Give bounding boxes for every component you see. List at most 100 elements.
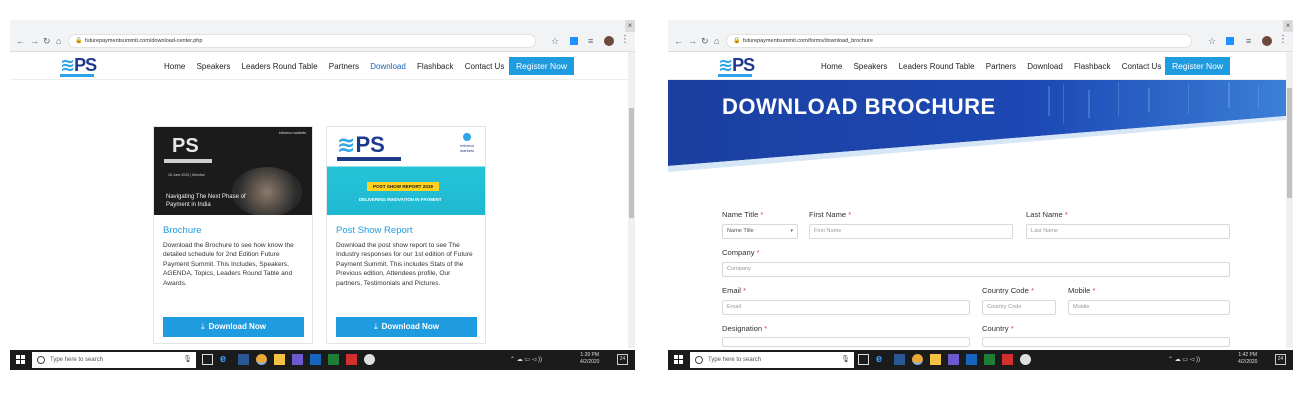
app-icon[interactable] xyxy=(1020,354,1031,365)
excel-icon[interactable] xyxy=(328,354,339,365)
country-select[interactable] xyxy=(982,337,1230,347)
nav-contact-us[interactable]: Contact Us xyxy=(465,62,505,71)
outlook-icon[interactable] xyxy=(966,354,977,365)
reload-icon[interactable]: ↻ xyxy=(43,36,51,46)
cover-date: 18 June 2020 | Mumbai xyxy=(168,173,205,177)
word-icon[interactable] xyxy=(238,354,249,365)
address-bar[interactable]: 🔒 futurepaymentsummit.com/download-cente… xyxy=(68,34,536,48)
bookmark-star-icon[interactable]: ☆ xyxy=(1208,36,1216,46)
nav-leaders-round-table[interactable]: Leaders Round Table xyxy=(242,62,318,71)
microphone-icon[interactable]: 🎙 xyxy=(841,352,850,368)
reload-icon[interactable]: ↻ xyxy=(701,36,709,46)
site-logo[interactable]: ≋PS xyxy=(718,55,755,75)
word-icon[interactable] xyxy=(894,354,905,365)
extension-icon[interactable] xyxy=(570,37,578,45)
taskbar-search-placeholder: Type here to search xyxy=(50,357,104,363)
scrollbar-thumb[interactable] xyxy=(1287,88,1292,198)
browser-menu-icon[interactable]: ⋮ xyxy=(1278,35,1288,45)
teams-icon[interactable] xyxy=(292,354,303,365)
nav-partners[interactable]: Partners xyxy=(329,62,359,71)
site-logo[interactable]: ≋PS xyxy=(60,55,97,75)
nav-flashback[interactable]: Flashback xyxy=(417,62,453,71)
taskbar-clock[interactable]: 1:42 PM 4/2/2020 xyxy=(1238,352,1257,366)
pdf-icon[interactable] xyxy=(346,354,357,365)
email-input[interactable]: Email xyxy=(722,300,970,315)
designation-input[interactable] xyxy=(722,337,970,347)
first-name-input[interactable]: First Name xyxy=(809,224,1013,239)
nav-contact-us[interactable]: Contact Us xyxy=(1122,62,1162,71)
bookmark-star-icon[interactable]: ☆ xyxy=(551,36,559,46)
system-tray[interactable]: ⌃ ☁ ▭ ◅ )) xyxy=(510,356,542,363)
register-now-button[interactable]: Register Now xyxy=(1165,57,1231,75)
home-icon[interactable]: ⌂ xyxy=(56,36,61,46)
mobile-input[interactable]: Mobile xyxy=(1068,300,1230,315)
nav-speakers[interactable]: Speakers xyxy=(197,62,231,71)
last-name-label: Last Name * xyxy=(1026,210,1068,219)
country-label: Country * xyxy=(982,324,1014,333)
windows-start-icon[interactable] xyxy=(16,355,25,364)
edge-icon[interactable]: e xyxy=(876,354,887,365)
back-icon[interactable]: ← xyxy=(16,36,25,46)
nav-flashback[interactable]: Flashback xyxy=(1074,62,1110,71)
taskbar-clock[interactable]: 1:39 PM 4/2/2020 xyxy=(580,352,599,366)
reading-list-icon[interactable]: ≡ xyxy=(588,36,593,46)
browser-chrome: × ← → ↻ ⌂ 🔒 futurepaymentsummit.com/form… xyxy=(668,20,1293,52)
name-title-select[interactable]: Name Title ▾ xyxy=(722,224,798,239)
informa-badge: informa markets xyxy=(455,133,479,153)
system-tray[interactable]: ⌃ ☁ ▭ ◅ )) xyxy=(1168,356,1200,363)
chrome-icon[interactable] xyxy=(256,354,267,365)
edge-icon[interactable]: e xyxy=(220,354,231,365)
reading-list-icon[interactable]: ≡ xyxy=(1246,36,1251,46)
address-bar[interactable]: 🔒 futurepaymentsummit.com/forms/download… xyxy=(726,34,1192,48)
excel-icon[interactable] xyxy=(984,354,995,365)
windows-start-icon[interactable] xyxy=(674,355,683,364)
microphone-icon[interactable]: 🎙 xyxy=(183,352,192,368)
chrome-icon[interactable] xyxy=(912,354,923,365)
task-view-icon[interactable] xyxy=(202,354,213,365)
forward-icon[interactable]: → xyxy=(30,36,39,46)
outlook-icon[interactable] xyxy=(310,354,321,365)
scrollbar-thumb[interactable] xyxy=(629,108,634,218)
nav-download[interactable]: Download xyxy=(1027,62,1063,71)
teams-icon[interactable] xyxy=(948,354,959,365)
register-now-button[interactable]: Register Now xyxy=(509,57,575,75)
card-title[interactable]: Brochure xyxy=(163,225,202,236)
task-view-icon[interactable] xyxy=(858,354,869,365)
profile-avatar[interactable] xyxy=(1262,36,1272,46)
nav-download[interactable]: Download xyxy=(370,62,406,71)
company-input[interactable]: Company xyxy=(722,262,1230,277)
screenshot-download-brochure-form: × ← → ↻ ⌂ 🔒 futurepaymentsummit.com/form… xyxy=(668,20,1293,370)
file-explorer-icon[interactable] xyxy=(274,354,285,365)
home-icon[interactable]: ⌂ xyxy=(714,36,719,46)
main-nav: Home Speakers Leaders Round Table Partne… xyxy=(164,62,513,71)
profile-avatar[interactable] xyxy=(604,36,614,46)
nav-leaders-round-table[interactable]: Leaders Round Table xyxy=(899,62,975,71)
download-brochure-button[interactable]: ⤓ Download Now xyxy=(163,317,304,337)
app-icon[interactable] xyxy=(364,354,375,365)
notification-center-icon[interactable]: 24 xyxy=(1275,354,1286,365)
country-code-input[interactable]: Country Code xyxy=(982,300,1056,315)
nav-partners[interactable]: Partners xyxy=(986,62,1016,71)
nav-home[interactable]: Home xyxy=(821,62,842,71)
taskbar-search-input[interactable]: Type here to search 🎙 xyxy=(690,352,854,368)
taskbar-search-input[interactable]: Type here to search 🎙 xyxy=(32,352,196,368)
card-title[interactable]: Post Show Report xyxy=(336,225,413,236)
window-close-icon[interactable]: × xyxy=(1283,20,1293,32)
address-bar-url: futurepaymentsummit.com/forms/download_b… xyxy=(743,38,873,44)
window-close-icon[interactable]: × xyxy=(625,20,635,32)
extension-icon[interactable] xyxy=(1226,37,1234,45)
download-report-button[interactable]: ⤓ Download Now xyxy=(336,317,477,337)
notification-center-icon[interactable]: 24 xyxy=(617,354,628,365)
pdf-icon[interactable] xyxy=(1002,354,1013,365)
nav-home[interactable]: Home xyxy=(164,62,185,71)
back-icon[interactable]: ← xyxy=(674,36,683,46)
card-description: Download the Brochure to see how know th… xyxy=(163,242,294,287)
site-header: ≋PS Home Speakers Leaders Round Table Pa… xyxy=(10,52,628,80)
browser-menu-icon[interactable]: ⋮ xyxy=(620,35,630,45)
nav-speakers[interactable]: Speakers xyxy=(854,62,888,71)
page-scrollbar[interactable] xyxy=(628,52,635,348)
last-name-input[interactable]: Last Name xyxy=(1026,224,1230,239)
forward-icon[interactable]: → xyxy=(688,36,697,46)
page-scrollbar[interactable] xyxy=(1286,52,1293,348)
file-explorer-icon[interactable] xyxy=(930,354,941,365)
